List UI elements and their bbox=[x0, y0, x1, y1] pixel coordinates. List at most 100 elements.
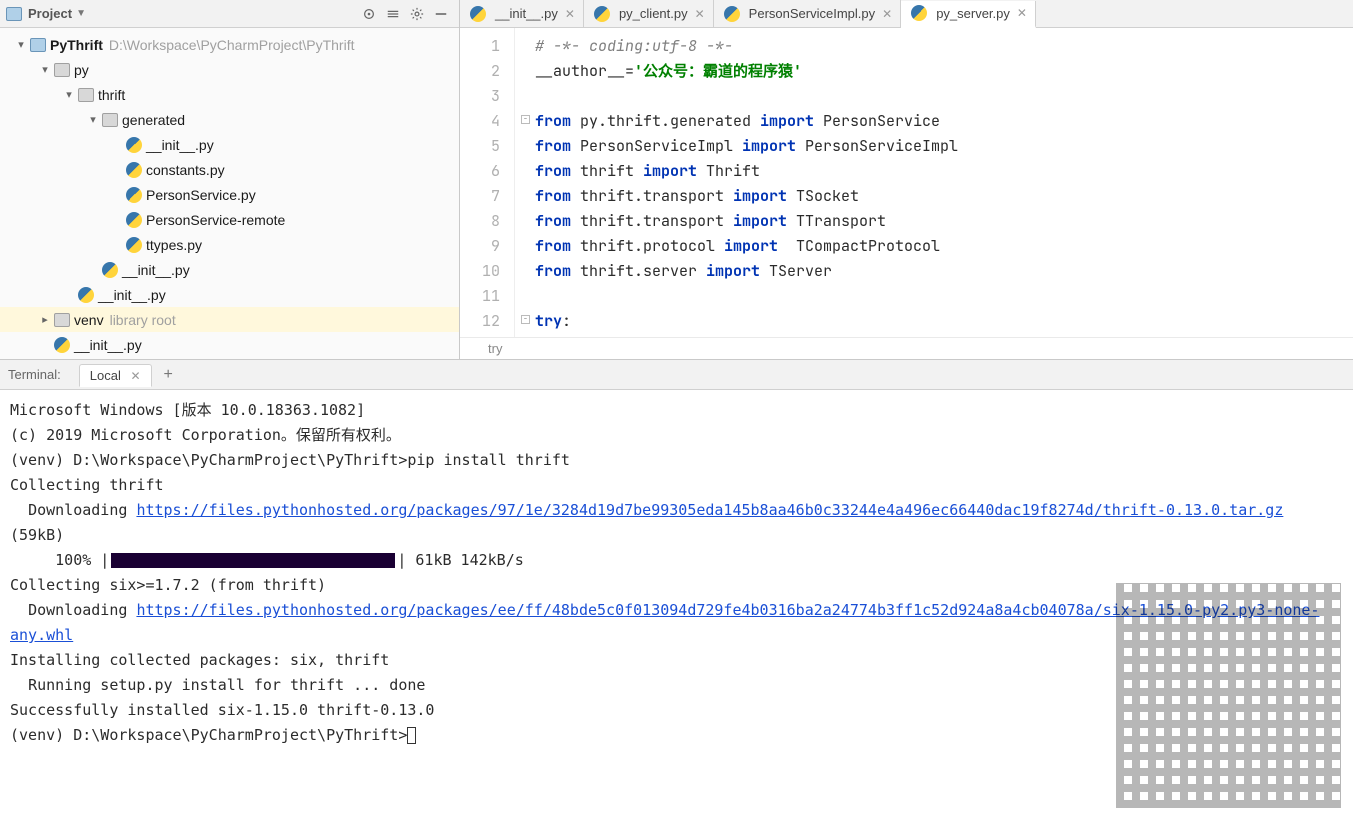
py-icon bbox=[126, 212, 142, 228]
chevron-down-icon[interactable]: ▾ bbox=[38, 63, 52, 76]
tree-node-label: constants.py bbox=[146, 162, 225, 178]
terminal-tabs: Terminal: Local ✕ + bbox=[0, 360, 1353, 390]
py-icon bbox=[911, 5, 927, 21]
py-icon bbox=[126, 137, 142, 153]
fold-icon[interactable]: − bbox=[521, 315, 530, 324]
settings-icon[interactable] bbox=[408, 5, 426, 23]
tree-node-label: __init__.py bbox=[74, 337, 142, 353]
code-line[interactable]: from thrift.transport import TSocket bbox=[535, 184, 1353, 209]
tree-node[interactable]: ▾ thrift bbox=[0, 82, 459, 107]
code-line[interactable] bbox=[535, 84, 1353, 109]
editor-tab-label: py_client.py bbox=[619, 6, 688, 21]
tree-node[interactable]: ▸PersonService.py bbox=[0, 182, 459, 207]
project-tree[interactable]: ▾ PyThrift D:\Workspace\PyCharmProject\PyT… bbox=[0, 28, 459, 359]
editor-tabs: __init__.py✕py_client.py✕PersonServiceIm… bbox=[460, 0, 1353, 28]
close-icon[interactable]: ✕ bbox=[1017, 6, 1027, 20]
terminal-panel: Terminal: Local ✕ + Microsoft Windows [版… bbox=[0, 360, 1353, 820]
py-icon bbox=[126, 187, 142, 203]
terminal-line: (venv) D:\Workspace\PyCharmProject\PyThr… bbox=[10, 448, 1343, 473]
py-icon bbox=[126, 237, 142, 253]
folder-icon bbox=[78, 88, 94, 102]
tree-node-label: __init__.py bbox=[122, 262, 190, 278]
code-line[interactable]: from thrift.server import TServer bbox=[535, 259, 1353, 284]
project-view-caret-icon[interactable]: ▼ bbox=[76, 8, 86, 19]
close-icon[interactable]: ✕ bbox=[565, 7, 575, 21]
tree-node[interactable]: ▸__init__.py bbox=[0, 282, 459, 307]
code-line[interactable]: # -*- coding:utf-8 -*- bbox=[535, 34, 1353, 59]
project-toolbar: Project ▼ bbox=[0, 0, 459, 28]
editor-tab-label: PersonServiceImpl.py bbox=[749, 6, 875, 21]
py-icon bbox=[724, 6, 740, 22]
tree-node[interactable]: ▸__init__.py bbox=[0, 332, 459, 357]
code-line[interactable]: from thrift import Thrift bbox=[535, 159, 1353, 184]
tree-node-label: py bbox=[74, 62, 89, 78]
tree-node[interactable]: ▸constants.py bbox=[0, 157, 459, 182]
close-icon[interactable]: ✕ bbox=[695, 7, 705, 21]
chevron-down-icon[interactable]: ▾ bbox=[86, 113, 100, 126]
tree-node[interactable]: ▸ttypes.py bbox=[0, 232, 459, 257]
code-line[interactable]: from thrift.protocol import TCompactProt… bbox=[535, 234, 1353, 259]
chevron-down-icon[interactable]: ▾ bbox=[14, 38, 28, 51]
terminal-line: 100% || 61kB 142kB/s bbox=[10, 548, 1343, 573]
code-line[interactable]: __author__='公众号：霸道的程序猿' bbox=[535, 59, 1353, 84]
code-line[interactable]: from thrift.transport import TTransport bbox=[535, 209, 1353, 234]
tree-node[interactable]: ▾ PyThrift D:\Workspace\PyCharmProject\PyT… bbox=[0, 32, 459, 57]
folder-icon bbox=[54, 63, 70, 77]
tree-node-label: PersonService.py bbox=[146, 187, 256, 203]
code-content[interactable]: # -*- coding:utf-8 -*-__author__='公众号：霸道… bbox=[515, 28, 1353, 337]
close-icon[interactable]: ✕ bbox=[130, 369, 140, 383]
tree-node[interactable]: ▾ generated bbox=[0, 107, 459, 132]
terminal-title: Terminal: bbox=[8, 367, 61, 382]
project-title[interactable]: Project bbox=[28, 6, 72, 21]
tree-node-label: __init__.py bbox=[98, 287, 166, 303]
locate-icon[interactable] bbox=[360, 5, 378, 23]
tree-node[interactable]: ▸PersonService-remote bbox=[0, 207, 459, 232]
fold-icon[interactable]: − bbox=[521, 115, 530, 124]
hide-icon[interactable] bbox=[432, 5, 450, 23]
module-icon bbox=[30, 38, 46, 52]
tree-node[interactable]: ▸__init__.py bbox=[0, 132, 459, 157]
expand-all-icon[interactable] bbox=[384, 5, 402, 23]
project-sidebar: Project ▼ ▾ PyThrift D:\Workspace\PyCharmP… bbox=[0, 0, 460, 359]
tree-node-label: PyThrift bbox=[50, 37, 103, 53]
code-line[interactable]: from PersonServiceImpl import PersonServ… bbox=[535, 134, 1353, 159]
chevron-right-icon[interactable]: ▸ bbox=[38, 313, 52, 326]
folder-icon bbox=[54, 313, 70, 327]
tree-node-sublabel: library root bbox=[110, 312, 176, 328]
terminal-tab-label: Local bbox=[90, 368, 121, 383]
qr-watermark bbox=[1116, 583, 1341, 808]
editor-tab[interactable]: __init__.py✕ bbox=[460, 0, 584, 27]
editor-area: __init__.py✕py_client.py✕PersonServiceIm… bbox=[460, 0, 1353, 359]
tree-node-sublabel: D:\Workspace\PyCharmProject\PyThrift bbox=[109, 37, 355, 53]
code-editor[interactable]: 123456789101112 # -*- coding:utf-8 -*-__… bbox=[460, 28, 1353, 337]
tree-node-label: __init__.py bbox=[146, 137, 214, 153]
terminal-line: Downloading https://files.pythonhosted.o… bbox=[10, 498, 1343, 548]
py-icon bbox=[126, 162, 142, 178]
editor-tab-label: py_server.py bbox=[936, 6, 1010, 21]
close-icon[interactable]: ✕ bbox=[882, 7, 892, 21]
terminal-line: Microsoft Windows [版本 10.0.18363.1082] bbox=[10, 398, 1343, 423]
editor-tab[interactable]: PersonServiceImpl.py ✕ bbox=[714, 0, 902, 27]
editor-tab[interactable]: py_server.py ✕ bbox=[901, 1, 1036, 28]
tree-node[interactable]: ▾ py bbox=[0, 57, 459, 82]
add-terminal-icon[interactable]: + bbox=[156, 366, 181, 384]
code-line[interactable]: −try: bbox=[535, 309, 1353, 334]
tree-node-label: generated bbox=[122, 112, 185, 128]
tree-node-label: thrift bbox=[98, 87, 125, 103]
terminal-line: (c) 2019 Microsoft Corporation。保留所有权利。 bbox=[10, 423, 1343, 448]
terminal-line: Collecting thrift bbox=[10, 473, 1343, 498]
tree-node-label: ttypes.py bbox=[146, 237, 202, 253]
editor-tab[interactable]: py_client.py ✕ bbox=[584, 0, 714, 27]
tree-node[interactable]: ▸__init__.py bbox=[0, 257, 459, 282]
terminal-tab-local[interactable]: Local ✕ bbox=[79, 364, 152, 387]
py-icon bbox=[54, 337, 70, 353]
breadcrumb[interactable]: try bbox=[460, 337, 1353, 359]
tree-node-label: venv bbox=[74, 312, 104, 328]
project-icon bbox=[6, 7, 22, 21]
chevron-down-icon[interactable]: ▾ bbox=[62, 88, 76, 101]
code-line[interactable] bbox=[535, 284, 1353, 309]
tree-node[interactable]: ▸ venv library root bbox=[0, 307, 459, 332]
code-line[interactable]: −from py.thrift.generated import PersonS… bbox=[535, 109, 1353, 134]
tree-node-label: PersonService-remote bbox=[146, 212, 285, 228]
folder-icon bbox=[102, 113, 118, 127]
